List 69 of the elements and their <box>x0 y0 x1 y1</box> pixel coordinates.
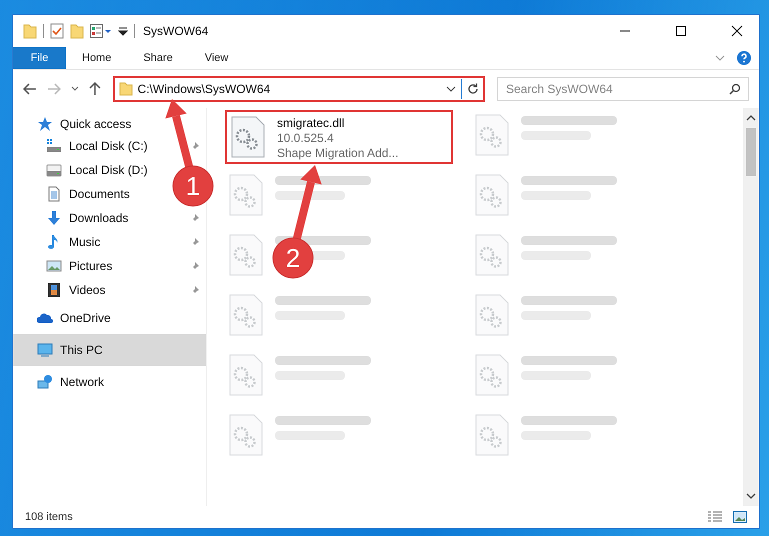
address-path: C:\Windows\SysWOW64 <box>138 82 272 96</box>
sidebar-item[interactable]: Quick access <box>13 114 138 134</box>
thumbnail-view-icon[interactable] <box>733 511 747 523</box>
sidebar-label: Local Disk (D:) <box>69 163 148 177</box>
close-icon[interactable] <box>731 25 743 37</box>
sidebar-item[interactable]: Pictures <box>13 254 206 278</box>
step-number: 2 <box>286 243 300 273</box>
sidebar-label: Network <box>60 375 104 389</box>
address-bar[interactable]: C:\Windows\SysWOW64 <box>112 76 485 102</box>
scroll-thumb[interactable] <box>746 128 756 176</box>
sidebar-label: Downloads <box>69 211 128 225</box>
sidebar-label: Music <box>69 235 100 249</box>
sidebar-label: Videos <box>69 283 106 297</box>
file-detail: Shape Migration Add... <box>277 146 398 161</box>
maximize-icon[interactable] <box>675 25 687 37</box>
ribbon-tab[interactable]: View <box>188 47 244 69</box>
star-icon <box>37 116 53 132</box>
image-icon <box>46 258 62 274</box>
chevron-down-icon[interactable] <box>746 492 756 500</box>
search-field[interactable]: Search SysWOW64 <box>497 77 749 101</box>
sidebar-item[interactable]: Network <box>13 366 110 398</box>
sidebar-item[interactable]: This PC <box>13 334 206 366</box>
sidebar-label: OneDrive <box>60 311 111 325</box>
sidebar-item[interactable]: OneDrive <box>13 302 117 334</box>
step-badge <box>272 238 314 278</box>
file-detail: 10.0.525.4 <box>277 131 335 146</box>
sidebar-item[interactable]: Local Disk (C:) <box>13 134 206 158</box>
step-number: 1 <box>186 171 200 201</box>
chevron-up-icon[interactable] <box>746 114 756 122</box>
search-icon[interactable] <box>729 83 741 95</box>
gear-file-icon <box>231 116 265 158</box>
scrollbar[interactable] <box>743 108 759 506</box>
dropdown-icon[interactable] <box>118 26 128 36</box>
sidebar-label: Documents <box>69 187 130 201</box>
checklist-icon[interactable] <box>50 23 64 39</box>
ribbon-tab[interactable]: File <box>13 47 66 69</box>
back-arrow-icon[interactable] <box>23 83 37 95</box>
sidebar-item[interactable]: Documents <box>13 182 143 206</box>
item-count: 108 items <box>25 511 73 523</box>
chevron-down-icon[interactable] <box>446 85 456 93</box>
sidebar-item[interactable]: Videos <box>13 278 206 302</box>
properties-icon[interactable] <box>90 24 112 38</box>
ribbon-tab[interactable]: Home <box>66 47 128 69</box>
help-icon[interactable] <box>737 51 751 65</box>
folder-icon <box>118 82 133 96</box>
up-arrow-icon[interactable] <box>88 82 101 96</box>
window-title: SysWOW64 <box>143 24 208 38</box>
film-icon <box>46 282 62 298</box>
network-icon <box>37 374 53 390</box>
sidebar-label: Quick access <box>60 117 132 131</box>
drive-icon <box>46 138 62 154</box>
sidebar-item[interactable]: Local Disk (D:) <box>13 158 161 182</box>
sidebar-item[interactable]: Music <box>13 230 206 254</box>
sidebar-label: Pictures <box>69 259 112 273</box>
drive-icon <box>46 162 62 178</box>
download-arrow-icon <box>46 210 62 226</box>
chevron-down-icon[interactable] <box>70 86 79 92</box>
blurred-detail-bar <box>275 191 345 200</box>
file-name: smigratec.dll <box>277 116 346 131</box>
file-item[interactable]: smigratec.dll 10.0.525.4 Shape Migration Add... <box>225 110 453 164</box>
pc-icon <box>37 342 53 358</box>
sidebar-label: This PC <box>60 343 103 357</box>
document-icon <box>46 186 62 202</box>
refresh-icon[interactable] <box>467 83 479 95</box>
sidebar-item[interactable]: Downloads <box>13 206 206 230</box>
step-badge <box>172 166 214 206</box>
details-view-icon[interactable] <box>707 511 723 523</box>
ribbon-tab[interactable]: Share <box>127 47 189 69</box>
sidebar-label: Local Disk (C:) <box>69 139 148 153</box>
